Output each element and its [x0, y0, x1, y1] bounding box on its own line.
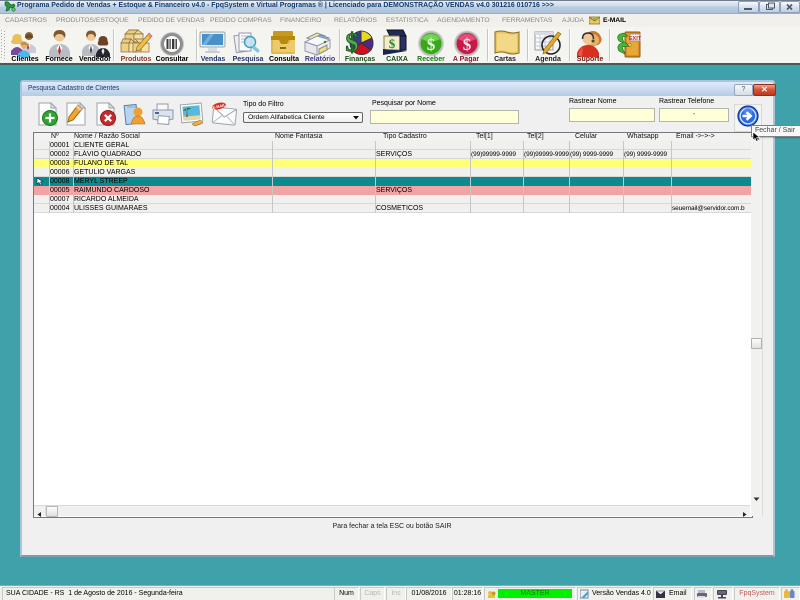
svg-text:EXIT: EXIT: [629, 36, 642, 42]
svg-text:$: $: [463, 35, 472, 54]
svg-text:$: $: [346, 29, 359, 57]
svg-text:$: $: [427, 35, 436, 54]
svg-text:$: $: [389, 36, 396, 51]
